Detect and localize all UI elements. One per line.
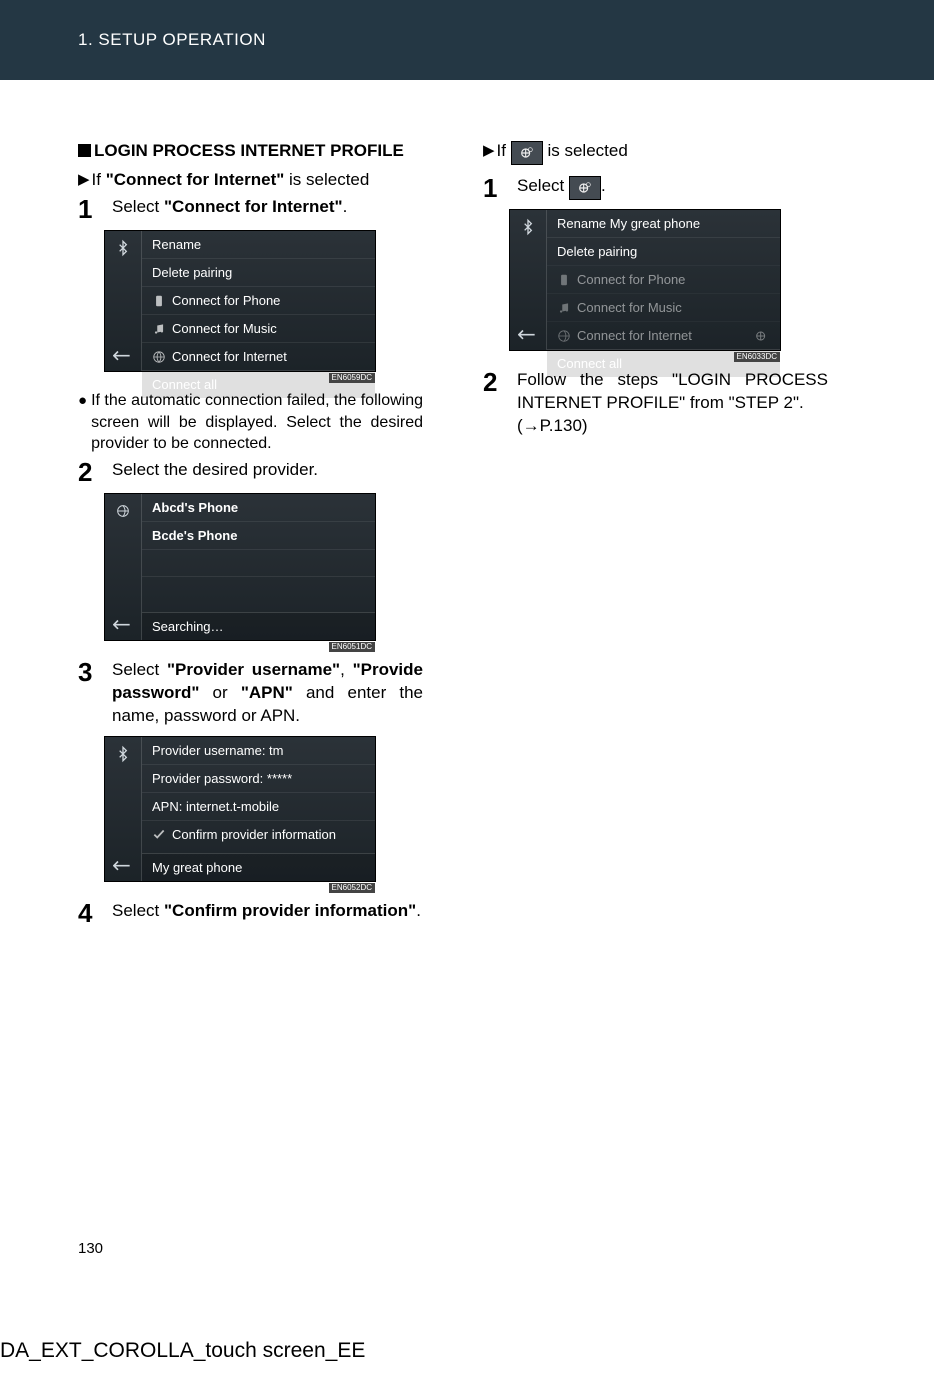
blank-row [142,576,375,603]
step-text: Select "Confirm provider information". [112,900,421,923]
back-icon[interactable] [518,328,538,342]
list-item-internet[interactable]: Connect for Internet [142,342,375,370]
music-icon [152,322,166,336]
step-number: 4 [78,900,104,926]
screenshot-provider-info: Provider username: tm Provider password:… [104,736,376,882]
list-item[interactable]: Abcd's Phone [142,494,375,521]
list-item-phone: Connect for Phone [547,265,780,293]
gear-globe-icon [754,328,770,344]
phone-icon [557,273,571,287]
list-item-delete[interactable]: Delete pairing [547,237,780,265]
screenshot-connect-menu: Rename Delete pairing Connect for Phone … [104,230,376,372]
list-item-apn[interactable]: APN: internet.t-mobile [142,792,375,820]
list-item-delete[interactable]: Delete pairing [142,258,375,286]
bullet-text: If the automatic connection failed, the … [91,390,423,455]
back-icon[interactable] [113,349,133,363]
screenshot-tag: EN6052DC [329,883,375,893]
section-label: 1. SETUP OPERATION [78,30,266,50]
bluetooth-icon [520,218,536,236]
back-icon[interactable] [113,859,133,873]
screenshot-provider-list: Abcd's Phone Bcde's Phone Searching… EN6… [104,493,376,641]
list-item-confirm[interactable]: Confirm provider information [142,820,375,848]
bluetooth-icon [115,745,131,763]
step-number: 1 [483,175,509,201]
blank-row [142,549,375,576]
globe-icon [152,350,166,364]
searching-footer: Searching… [142,612,375,640]
play-icon: ▶ [483,140,495,161]
list-item-username[interactable]: Provider username: tm [142,737,375,764]
list-item-rename[interactable]: Rename My great phone [547,210,780,237]
step-text: Select "Connect for Internet". [112,196,347,219]
list-item-internet: Connect for Internet [547,321,780,349]
condition-text: If is selected [497,140,628,165]
screenshot-tag: EN6051DC [329,642,375,652]
step-text: Select the desired provider. [112,459,318,482]
step-number: 2 [483,369,509,395]
list-item-rename[interactable]: Rename [142,231,375,258]
phone-icon [152,294,166,308]
back-icon[interactable] [113,618,133,632]
screenshot-tag: EN6033DC [734,352,780,362]
gear-globe-icon [115,502,131,520]
list-item[interactable]: Bcde's Phone [142,521,375,549]
bluetooth-icon [115,239,131,257]
check-icon [152,827,166,841]
login-title: LOGIN PROCESS INTERNET PROFILE [78,140,423,161]
title-square-icon [78,144,91,157]
step-number: 3 [78,659,104,685]
list-item-phone[interactable]: Connect for Phone [142,286,375,314]
doc-id: DA_EXT_COROLLA_touch screen_EE [0,1339,365,1363]
step-text: Select "Provider username", "Provide pas… [112,659,423,728]
list-item-music: Connect for Music [547,293,780,321]
step-text: Select . [517,175,606,200]
step-text: Follow the steps "LOGIN PROCESS INTERNET… [517,369,828,438]
screenshot-connect-menu: Rename My great phone Delete pairing Con… [509,209,781,351]
step-number: 2 [78,459,104,485]
bullet-icon: ● [78,390,87,411]
condition-text: If "Connect for Internet" is selected [92,169,370,192]
gear-globe-icon [511,141,543,165]
music-icon [557,301,571,315]
step-number: 1 [78,196,104,222]
gear-globe-icon [569,176,601,200]
list-item-music[interactable]: Connect for Music [142,314,375,342]
globe-icon [557,329,571,343]
list-item-password[interactable]: Provider password: ***** [142,764,375,792]
page-number: 130 [78,1240,103,1257]
play-icon: ▶ [78,169,90,190]
header-bar: 1. SETUP OPERATION [0,0,934,80]
device-name-footer: My great phone [142,853,375,881]
screenshot-tag: EN6059DC [329,373,375,383]
